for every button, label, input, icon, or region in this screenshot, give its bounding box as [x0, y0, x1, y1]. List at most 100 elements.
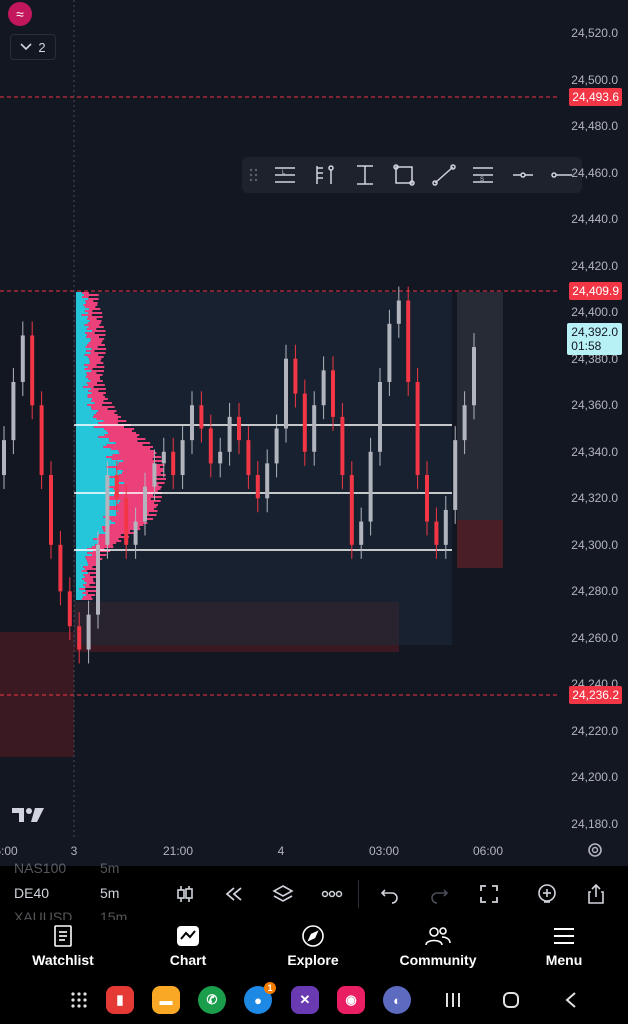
app-drawer-icon[interactable]	[64, 986, 94, 1014]
profile-bar-up	[76, 348, 92, 350]
symbol-next[interactable]: XAUUSD	[14, 909, 72, 920]
price-range-icon[interactable]	[305, 157, 345, 193]
tab-explore[interactable]: Explore	[258, 924, 368, 974]
camera-app-icon[interactable]: ◉	[337, 986, 365, 1014]
profile-bar-down	[87, 334, 106, 336]
profile-bar-down	[91, 392, 106, 394]
candle-down	[349, 475, 354, 545]
layers-icon[interactable]	[267, 878, 299, 910]
tab-menu[interactable]: Menu	[509, 924, 619, 974]
profile-bar-down	[81, 598, 93, 600]
profile-bar-up	[76, 586, 86, 588]
tab-watchlist[interactable]: Watchlist	[8, 924, 118, 974]
price-chart[interactable]	[0, 0, 628, 866]
short-position-icon[interactable]: S	[463, 157, 503, 193]
files-app-icon[interactable]: ▬	[152, 986, 180, 1014]
candle-down	[77, 626, 82, 650]
profile-bar-down	[88, 384, 105, 386]
galaxy-store-app-icon[interactable]: ✕	[291, 986, 319, 1014]
profile-bar-down	[98, 422, 118, 424]
profile-bar-down	[106, 430, 132, 432]
profile-bar-up	[76, 542, 99, 544]
profile-bar-up	[76, 526, 102, 528]
flipboard-app-icon[interactable]: ▮	[106, 986, 134, 1014]
profile-bar-up	[76, 564, 89, 566]
profile-bar-down	[84, 580, 94, 582]
profile-bar-up	[76, 514, 117, 516]
profile-bar-up	[76, 434, 105, 436]
app-badge-icon[interactable]: ≈	[8, 2, 32, 26]
drag-handle-icon[interactable]	[242, 157, 266, 193]
symbol-current[interactable]: DE40	[14, 885, 49, 901]
profile-bar-down	[84, 364, 97, 366]
profile-bar-down	[88, 312, 103, 314]
symbol-prev[interactable]: NAS100	[14, 860, 66, 876]
more-icon[interactable]	[316, 878, 348, 910]
profile-bar-up	[76, 334, 88, 336]
profile-bar-up	[76, 522, 116, 524]
back-icon[interactable]	[556, 986, 586, 1014]
candle-up	[190, 405, 194, 441]
profile-bar-down	[83, 574, 90, 576]
candle-up	[180, 440, 185, 476]
profile-bar-up	[76, 340, 91, 342]
home-icon[interactable]	[496, 986, 526, 1014]
profile-bar-down	[115, 522, 148, 524]
undo-icon[interactable]	[374, 878, 406, 910]
redo-icon[interactable]	[423, 878, 455, 910]
profile-bar-up	[76, 560, 88, 562]
date-range-icon[interactable]	[345, 157, 385, 193]
profile-bar-down	[83, 584, 90, 586]
menu-icon	[554, 928, 574, 944]
tab-chart[interactable]: Chart	[133, 924, 243, 974]
add-alert-icon[interactable]	[531, 878, 563, 910]
profile-bar-up	[76, 554, 92, 556]
candles-icon[interactable]	[169, 878, 201, 910]
price-tick: 24,460.0	[571, 166, 618, 180]
horizontal-ray-icon[interactable]	[503, 157, 543, 193]
candle-down	[246, 440, 251, 476]
candle-up	[86, 614, 91, 650]
profile-bar-up	[76, 452, 120, 454]
tab-community[interactable]: Community	[383, 924, 493, 974]
phone-app-icon[interactable]: ✆	[198, 986, 226, 1014]
profile-bar-up	[76, 324, 85, 326]
rectangle-icon[interactable]	[384, 157, 424, 193]
profile-bar-up	[76, 476, 106, 478]
indicator-count: 2	[38, 39, 46, 55]
fullscreen-icon[interactable]	[473, 878, 505, 910]
candle-down	[30, 335, 35, 406]
recents-icon[interactable]	[438, 986, 468, 1014]
price-tick: 24,280.0	[571, 584, 618, 598]
profile-bar-down	[91, 400, 104, 402]
messages-app-icon[interactable]: ● 1	[244, 982, 276, 1014]
profile-bar-down	[81, 314, 92, 316]
profile-bar-up	[76, 502, 119, 504]
profile-bar-up	[76, 446, 104, 448]
replay-icon[interactable]	[218, 878, 250, 910]
share-icon[interactable]	[580, 878, 612, 910]
profile-bar-up	[76, 566, 84, 568]
profile-bar-down	[116, 484, 159, 486]
profile-bar-down	[112, 454, 155, 456]
trendline-icon[interactable]	[424, 157, 464, 193]
profile-bar-up	[76, 462, 119, 464]
internet-app-icon[interactable]: ◐	[383, 986, 411, 1014]
collapse-indicators-button[interactable]: 2	[10, 34, 56, 60]
timeframe-current[interactable]: 5m	[100, 885, 119, 901]
long-position-icon[interactable]: L	[266, 157, 306, 193]
profile-bar-down	[118, 450, 155, 452]
candle-up	[396, 300, 401, 324]
timeframe-prev[interactable]: 5m	[100, 860, 119, 876]
profile-bar-up	[76, 592, 83, 594]
profile-bar-up	[76, 506, 108, 508]
profile-bar-up	[76, 378, 89, 380]
notification-badge: 1	[264, 982, 276, 994]
timeframe-next[interactable]: 15m	[100, 909, 127, 920]
candle-up	[96, 544, 100, 615]
profile-bar-up	[76, 332, 86, 334]
profile-bar-down	[92, 398, 108, 400]
settings-gear-icon[interactable]	[585, 840, 605, 860]
profile-bar-down	[91, 406, 115, 408]
profile-bar-up	[76, 322, 88, 324]
